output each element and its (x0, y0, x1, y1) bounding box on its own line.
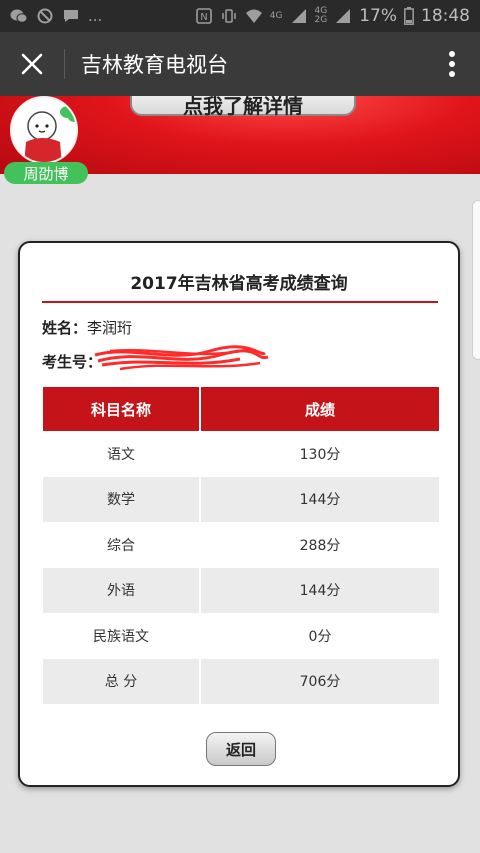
score-cell: 144分 (200, 567, 439, 613)
table-row: 总 分 706分 (43, 658, 439, 704)
table-header-row: 科目名称 成绩 (43, 387, 439, 431)
table-row: 外语 144分 (43, 567, 439, 613)
network-type: 4G (269, 10, 283, 21)
avatar[interactable] (10, 96, 78, 164)
redaction-scribble (94, 345, 269, 371)
title-bar: 吉林教育电视台 (0, 32, 480, 96)
subject-cell: 语文 (43, 431, 201, 477)
table-row: 语文 130分 (43, 431, 439, 477)
title-divider-line (42, 301, 438, 303)
status-bar: ... N 4G 4G 2G 17% 18:48 (0, 0, 480, 32)
nfc-icon: N (195, 8, 212, 24)
score-table: 科目名称 成绩 语文 130分 数学 144分 综合 288分 外语 144分 (43, 387, 439, 704)
score-cell: 144分 (200, 476, 439, 522)
wechat-icon (10, 9, 28, 23)
more-options-button[interactable] (424, 32, 480, 96)
score-dialog: 2017年吉林省高考成绩查询 姓名：李润珩 考生号： 科目名称 成绩 语文 13… (18, 241, 460, 787)
table-row: 综合 288分 (43, 522, 439, 568)
signal-icon (291, 9, 306, 23)
battery-percent: 17% (359, 6, 397, 26)
subject-cell: 综合 (43, 522, 201, 568)
clock: 18:48 (421, 6, 470, 26)
svg-text:N: N (200, 12, 207, 23)
name-row: 姓名：李润珩 (42, 317, 132, 338)
wifi-icon (245, 9, 262, 23)
table-row: 民族语文 0分 (43, 613, 439, 659)
subject-cell: 数学 (43, 476, 201, 522)
dialog-title: 2017年吉林省高考成绩查询 (130, 274, 348, 294)
more-notifications: ... (88, 7, 103, 25)
network-type-3: 2G (314, 15, 328, 25)
column-header-subject: 科目名称 (43, 387, 201, 431)
blocked-icon (37, 8, 53, 24)
subject-cell: 民族语文 (43, 613, 201, 659)
back-button[interactable]: 返回 (206, 732, 276, 766)
score-cell: 130分 (200, 431, 439, 477)
column-header-score: 成绩 (200, 387, 439, 431)
close-icon (21, 53, 43, 75)
more-vertical-icon (449, 51, 455, 77)
subject-cell: 总 分 (43, 658, 201, 704)
banner-detail-button[interactable]: 点我了解详情 (130, 96, 356, 118)
message-icon (64, 10, 78, 22)
name-value: 李润珩 (87, 319, 133, 337)
close-button[interactable] (0, 32, 64, 96)
vibrate-icon (222, 9, 236, 23)
signal-icon-2 (336, 9, 351, 23)
subject-cell: 外语 (43, 567, 201, 613)
page-title: 吉林教育电视台 (81, 53, 228, 77)
name-label: 姓名： (42, 319, 88, 337)
title-divider (64, 49, 65, 79)
score-cell: 288分 (200, 522, 439, 568)
side-tab[interactable] (472, 200, 480, 360)
score-cell: 0分 (200, 613, 439, 659)
table-row: 数学 144分 (43, 476, 439, 522)
score-cell: 706分 (200, 658, 439, 704)
battery-icon (404, 7, 414, 25)
user-name-badge: 周劭博 (4, 162, 88, 184)
